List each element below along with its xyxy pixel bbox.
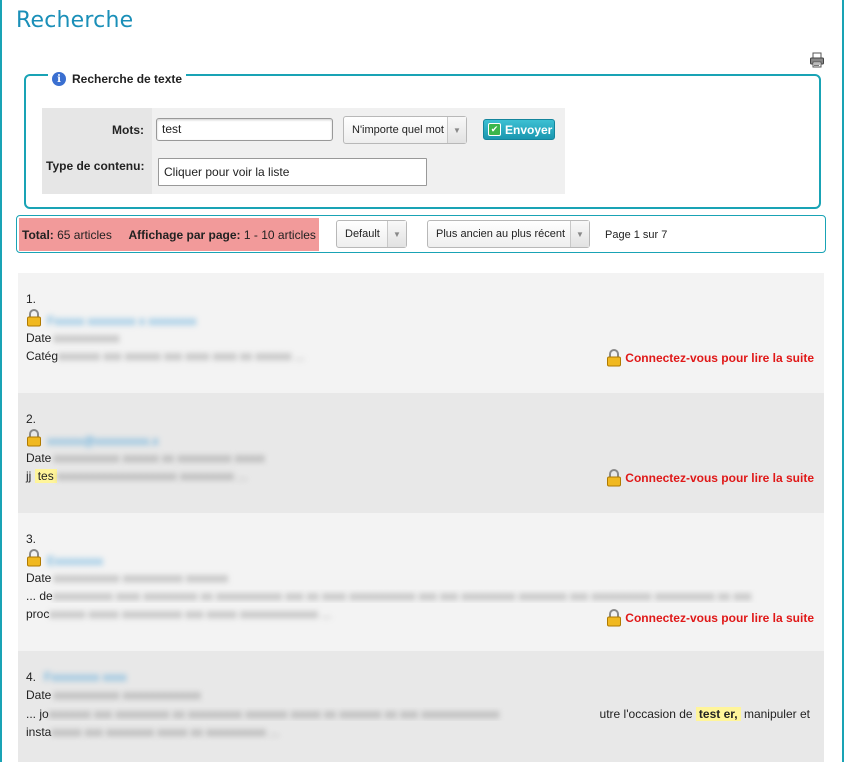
- result-prefix: ... de: [26, 589, 53, 603]
- login-link[interactable]: Connectez-vous pour lire la suite: [606, 469, 814, 487]
- result-excerpt: xxxxxxxxxxx: [53, 331, 120, 345]
- submit-label: Envoyer: [505, 122, 553, 137]
- result-excerpt: xxxxxx xxxxx xxxxxxxxxx xxx xxxxx xxxxxx…: [49, 607, 332, 621]
- result-excerpt: xxxxxxxxxxx xxxxxx xx xxxxxxxxx xxxxx: [53, 451, 265, 465]
- login-label: Connectez-vous pour lire la suite: [625, 471, 814, 485]
- login-label: Connectez-vous pour lire la suite: [625, 351, 814, 365]
- result-excerpt: xxxxx xxx xxxxxxxx xxxxx xx xxxxxxxxxx .…: [51, 725, 280, 739]
- result-prefix: ... jo: [26, 707, 49, 721]
- result-excerpt: xxxxxxx xxx xxxxxx xxx xxxx xxxx xx xxxx…: [58, 349, 305, 363]
- per-page-label: Affichage par page:: [128, 227, 241, 242]
- order-value: Plus ancien au plus récent: [436, 228, 566, 240]
- result-line-1: Date xxxxxxxxxxx: [26, 331, 119, 345]
- result-title-link[interactable]: xxxxxx@xxxxxxxxx.x: [47, 434, 159, 448]
- content-type-field[interactable]: Cliquer pour voir la liste: [158, 158, 427, 186]
- result-number: 1.: [26, 292, 37, 306]
- lock-icon: [27, 549, 41, 567]
- sort-select[interactable]: Default ▼: [336, 220, 407, 248]
- result-prefix: Date: [26, 571, 52, 585]
- result-line-2-tail: utre l'occasion de test er, manipuler et: [595, 707, 810, 721]
- total-value: 65 articles: [57, 227, 112, 242]
- checkmark-icon: ✔: [488, 123, 501, 136]
- total-label: Total:: [22, 227, 54, 242]
- match-mode-value: N'importe quel mot: [352, 124, 444, 136]
- result-excerpt: xxxxxxxxxxxxxxxxxxxx xxxxxxxxx ...: [56, 469, 248, 483]
- result-excerpt: xxxxxxxxxxx xxxxxxxxxx xxxxxxx: [53, 571, 229, 585]
- chevron-down-icon: ▼: [387, 221, 406, 247]
- printer-icon[interactable]: [809, 52, 825, 68]
- result-excerpt: xxxxxxx xxx xxxxxxxxx xx xxxxxxxxx xxxxx…: [48, 707, 500, 721]
- result-line-1: Date xxxxxxxxxxx xxxxxx xx xxxxxxxxx xxxx…: [26, 451, 265, 465]
- submit-button[interactable]: ✔ Envoyer: [483, 119, 555, 140]
- sort-value: Default: [345, 228, 380, 240]
- order-select[interactable]: Plus ancien au plus récent ▼: [427, 220, 590, 248]
- list-item: 2. xxxxxx@xxxxxxxxx.x Date xxxxxxxxxxx xx…: [18, 393, 824, 513]
- result-number: 3.: [26, 532, 37, 546]
- list-item: 1. Fxxxxx xxxxxxxx x xxxxxxxx Date xxxxxx…: [18, 273, 824, 393]
- login-link[interactable]: Connectez-vous pour lire la suite: [606, 349, 814, 367]
- result-excerpt: xxxxxxxxxx xxxx xxxxxxxxx xx xxxxxxxxxxx…: [52, 589, 752, 603]
- result-line-1: Date xxxxxxxxxxx xxxxxxxxxxxxx: [26, 688, 201, 702]
- list-item: 4. Fxxxxxxxx xxxx Date xxxxxxxxxxx xxxxxx…: [18, 651, 824, 762]
- per-page-value: 1 - 10 articles: [243, 227, 316, 242]
- info-icon: i: [52, 72, 66, 86]
- result-line-2: ... dexxxxxxxxxx xxxx xxxxxxxxx xx xxxxx…: [26, 589, 816, 603]
- result-prefix: Catég: [26, 349, 59, 363]
- lock-icon: [607, 349, 622, 367]
- search-legend: i Recherche de texte: [48, 72, 187, 86]
- result-title-link[interactable]: Fxxxxx xxxxxxxx x xxxxxxxx: [47, 314, 196, 328]
- result-line-2: Catégxxxxxxx xxx xxxxxx xxx xxxx xxxx xx…: [26, 349, 305, 363]
- list-item: 3. Exxxxxxxx Date xxxxxxxxxxx xxxxxxxxxx …: [18, 513, 824, 651]
- mots-label-cell: Mots:: [42, 108, 152, 151]
- result-number: 2.: [26, 412, 37, 426]
- result-end: manipuler et: [743, 707, 810, 721]
- page-info: Page 1 sur 7: [605, 229, 668, 241]
- result-prefix: jj: [26, 469, 32, 483]
- result-title-link[interactable]: Fxxxxxxxx xxxx: [44, 670, 127, 684]
- result-prefix: Date: [26, 331, 52, 345]
- login-label: Connectez-vous pour lire la suite: [625, 611, 814, 625]
- lock-icon: [607, 609, 622, 627]
- search-input[interactable]: test: [156, 118, 333, 141]
- login-link[interactable]: Connectez-vous pour lire la suite: [606, 609, 814, 627]
- results-list: 1. Fxxxxx xxxxxxxx x xxxxxxxx Date xxxxxx…: [18, 273, 824, 762]
- result-prefix: Date: [26, 688, 52, 702]
- result-line-3: procxxxxxx xxxxx xxxxxxxxxx xxx xxxxx xx…: [26, 607, 331, 621]
- result-line-3: instaxxxxx xxx xxxxxxxx xxxxx xx xxxxxxx…: [26, 725, 279, 739]
- type-label-cell: Type de contenu:: [42, 151, 152, 194]
- legend-label: Recherche de texte: [72, 72, 183, 86]
- result-line-2: jj tes xxxxxxxxxxxxxxxxxxxx xxxxxxxxx ...: [26, 469, 247, 483]
- page-title: Recherche: [16, 8, 134, 33]
- match-mode-select[interactable]: N'importe quel mot ▼: [343, 116, 467, 144]
- lock-icon: [27, 309, 41, 327]
- search-highlight: test er,: [695, 707, 741, 721]
- result-excerpt: xxxxxxxxxxx xxxxxxxxxxxxx: [53, 688, 201, 702]
- results-summary: Total: 65 articles Affichage par page: 1…: [19, 218, 319, 251]
- chevron-down-icon: ▼: [570, 221, 589, 247]
- mots-label: Mots:: [112, 123, 144, 137]
- result-prefix: proc: [26, 607, 50, 621]
- type-label: Type de contenu:: [46, 159, 145, 173]
- result-title-link[interactable]: Exxxxxxxx: [47, 554, 103, 568]
- chevron-down-icon: ▼: [447, 117, 466, 143]
- result-number: 4.: [26, 670, 37, 684]
- result-prefix: Date: [26, 451, 52, 465]
- search-highlight: tes: [34, 469, 57, 483]
- lock-icon: [607, 469, 622, 487]
- result-prefix: insta: [26, 725, 52, 739]
- result-tail: utre l'occasion de: [599, 707, 693, 721]
- lock-icon: [27, 429, 41, 447]
- result-line-1: Date xxxxxxxxxxx xxxxxxxxxx xxxxxxx: [26, 571, 228, 585]
